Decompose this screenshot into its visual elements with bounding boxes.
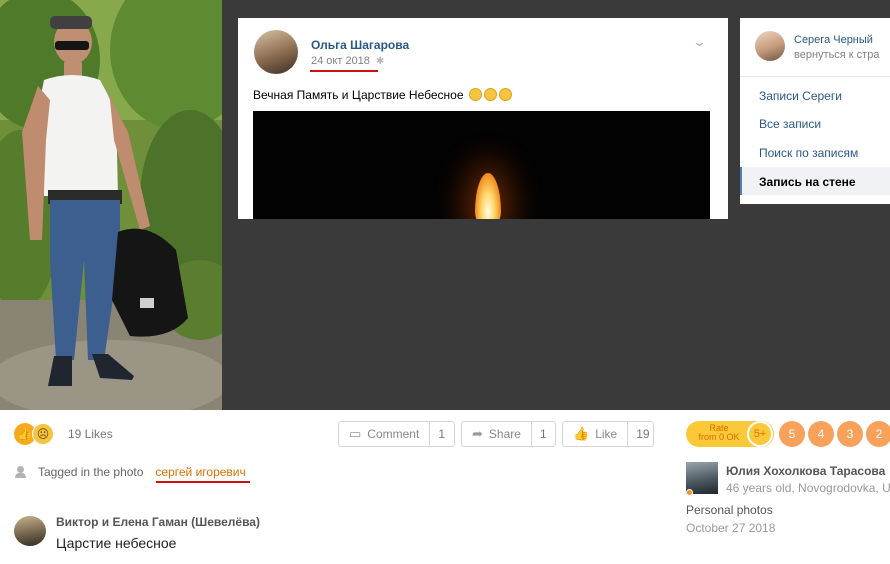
vk-menu-item-search: Поиск по записям <box>759 146 859 160</box>
likes-count: 19 Likes <box>68 427 113 441</box>
emoji-relieved-icon <box>483 88 497 101</box>
share-button-label: Share <box>488 427 521 441</box>
vk-post-text: Вечная Память и Царствие Небесное <box>253 88 512 102</box>
person-photo-image <box>0 0 222 410</box>
rate-4-button[interactable]: 4 <box>808 421 834 447</box>
chevron-down-icon: ⌄ <box>691 34 708 49</box>
vk-menu-item-all-posts: Все записи <box>759 117 822 131</box>
candle-flame <box>475 173 501 219</box>
comment-author[interactable]: Виктор и Елена Гаман (Шевелёва) <box>56 515 260 529</box>
album-name[interactable]: Personal photos <box>686 503 773 517</box>
rate-2-button[interactable]: 2 <box>866 421 890 447</box>
share-arrow-icon: ➦ <box>472 426 483 441</box>
thumbs-up-outline-icon: 👍 <box>573 426 590 441</box>
vk-menu-active-bar <box>740 167 742 195</box>
vk-menu-avatar <box>755 31 785 61</box>
date-red-underline <box>310 70 378 72</box>
owner-name[interactable]: Юлия Хохолкова Тарасова <box>726 464 885 478</box>
comment-button[interactable]: ▭ Comment 1 <box>338 421 455 447</box>
tagged-label: Tagged in the photo <box>38 464 144 479</box>
tagged-row: Tagged in the photo сергей игоревич <box>14 464 246 479</box>
vk-post-screenshot: Ольга Шагарова 24 окт 2018 ✱ ⌄ Вечная Па… <box>238 18 728 219</box>
vk-post-text-content: Вечная Память и Царствие Небесное <box>253 88 464 102</box>
like-button[interactable]: 👍 Like 19 <box>562 421 654 447</box>
comment-button-label: Comment <box>367 427 420 441</box>
tag-red-underline <box>156 481 250 483</box>
comment-icon: ▭ <box>349 426 362 441</box>
vk-date-gear-icon: ✱ <box>376 56 385 67</box>
vk-wall-menu: Серега Черный вернуться к стра Записи Се… <box>740 18 890 204</box>
rate-5-button[interactable]: 5 <box>779 421 805 447</box>
vk-menu-profile-name: Серега Черный <box>794 34 873 46</box>
vk-menu-item-owner-posts: Записи Сереги <box>759 89 842 103</box>
photo-viewer: Ольга Шагарова 24 окт 2018 ✱ ⌄ Вечная Па… <box>0 0 890 564</box>
share-button[interactable]: ➦ Share 1 <box>461 421 556 447</box>
sad-face-icon: ☹ <box>32 423 54 445</box>
owner-info: 46 years old, Novogrodovka, U <box>726 481 890 495</box>
online-status-icon <box>686 489 693 496</box>
tagged-person-link[interactable]: сергей игоревич <box>155 465 245 479</box>
like-button-label: Like <box>595 427 618 441</box>
rate-label-line2: from 0 OK <box>698 432 740 442</box>
comment-text: Царстие небесное <box>56 535 177 551</box>
album-date: October 27 2018 <box>686 521 776 535</box>
vk-post-date: 24 окт 2018 <box>311 55 370 67</box>
person-tag-icon <box>14 464 27 479</box>
comment-count: 1 <box>429 422 453 446</box>
vk-post-author: Ольга Шагарова <box>311 38 410 52</box>
person-photo[interactable] <box>0 0 222 410</box>
rate-5plus-button[interactable]: 5+ <box>747 421 773 447</box>
vk-menu-item-wall-post: Запись на стене <box>759 175 856 189</box>
vk-menu-divider <box>740 76 890 77</box>
emoji-relieved-icon <box>468 88 482 101</box>
vk-menu-profile-sub: вернуться к стра <box>794 49 880 61</box>
vk-post-candle-image <box>253 111 710 219</box>
rate-3-button[interactable]: 3 <box>837 421 863 447</box>
like-count: 19 <box>627 422 657 446</box>
share-count: 1 <box>530 422 555 446</box>
vk-post-avatar <box>254 30 298 74</box>
rate-label: Rate from 0 OK <box>697 424 741 442</box>
comment-avatar[interactable] <box>14 516 46 546</box>
reactions-summary[interactable]: 👍 ☹ 19 Likes <box>14 422 113 446</box>
emoji-relieved-icon <box>498 88 512 101</box>
